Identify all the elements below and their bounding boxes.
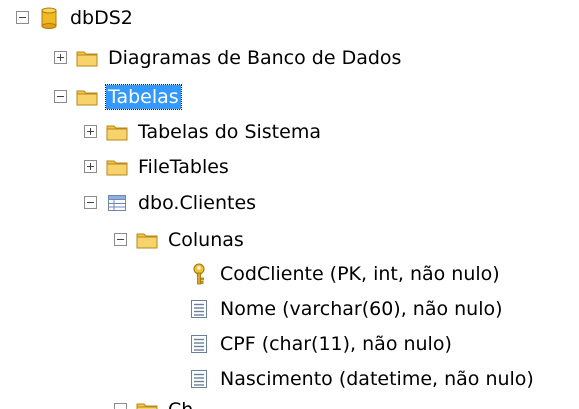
tree-node-label: FileTables bbox=[138, 155, 229, 178]
folder-icon bbox=[106, 122, 128, 142]
expand-toggle[interactable] bbox=[84, 160, 97, 173]
column-icon bbox=[188, 334, 210, 354]
collapse-toggle[interactable] bbox=[54, 90, 67, 103]
tree-node-label: CPF (char(11), não nulo) bbox=[220, 332, 452, 355]
folder-icon bbox=[106, 157, 128, 177]
tree-node-system-tables[interactable]: Tabelas do Sistema bbox=[84, 115, 323, 148]
expand-toggle[interactable] bbox=[54, 51, 67, 64]
partial-row: Ch bbox=[114, 397, 195, 409]
database-icon bbox=[38, 7, 60, 29]
tree-node-label: Nome (varchar(60), não nulo) bbox=[220, 297, 503, 320]
tree-node-column-codcliente[interactable]: CodCliente (PK, int, não nulo) bbox=[188, 257, 502, 290]
tree-node-column-cpf[interactable]: CPF (char(11), não nulo) bbox=[188, 327, 454, 360]
tree-node-file-tables[interactable]: FileTables bbox=[84, 150, 231, 183]
table-icon bbox=[106, 193, 128, 213]
tree-node-label: Nascimento (datetime, não nulo) bbox=[220, 367, 534, 390]
tree-node-label: Diagramas de Banco de Dados bbox=[108, 46, 402, 69]
column-icon bbox=[188, 369, 210, 389]
column-icon bbox=[188, 299, 210, 319]
tree-node-label: Ch bbox=[166, 398, 195, 409]
folder-icon bbox=[76, 87, 98, 107]
tree-node-database[interactable]: dbDS2 bbox=[16, 1, 135, 34]
tree-node-label: Tabelas do Sistema bbox=[138, 120, 321, 143]
folder-icon bbox=[136, 230, 158, 250]
tree-node-table-clientes[interactable]: dbo.Clientes bbox=[84, 186, 258, 219]
expand-toggle[interactable] bbox=[84, 125, 97, 138]
collapse-toggle[interactable] bbox=[114, 403, 127, 409]
tree-node-label: CodCliente (PK, int, não nulo) bbox=[220, 262, 500, 285]
object-explorer-tree: dbDS2 Diagramas de Banco de Dados Tabela… bbox=[0, 0, 579, 409]
collapse-toggle[interactable] bbox=[114, 233, 127, 246]
tree-node-column-nome[interactable]: Nome (varchar(60), não nulo) bbox=[188, 292, 505, 325]
tree-node-column-nascimento[interactable]: Nascimento (datetime, não nulo) bbox=[188, 362, 536, 395]
primary-key-icon bbox=[188, 263, 210, 284]
tree-node-label-selected: Tabelas bbox=[105, 83, 182, 110]
folder-icon bbox=[76, 48, 98, 68]
tree-node-label: dbDS2 bbox=[70, 6, 133, 29]
tree-node-label: dbo.Clientes bbox=[138, 191, 257, 214]
collapse-toggle[interactable] bbox=[84, 196, 97, 209]
tree-node-columns-folder[interactable]: Colunas bbox=[114, 223, 246, 256]
tree-node-label: Colunas bbox=[168, 228, 244, 251]
collapse-toggle[interactable] bbox=[16, 11, 29, 24]
tree-node-tables[interactable]: Tabelas bbox=[54, 80, 182, 113]
tree-node-keys-folder-partial[interactable]: Ch bbox=[114, 397, 234, 409]
folder-icon bbox=[136, 400, 158, 409]
tree-node-diagrams[interactable]: Diagramas de Banco de Dados bbox=[54, 41, 403, 74]
